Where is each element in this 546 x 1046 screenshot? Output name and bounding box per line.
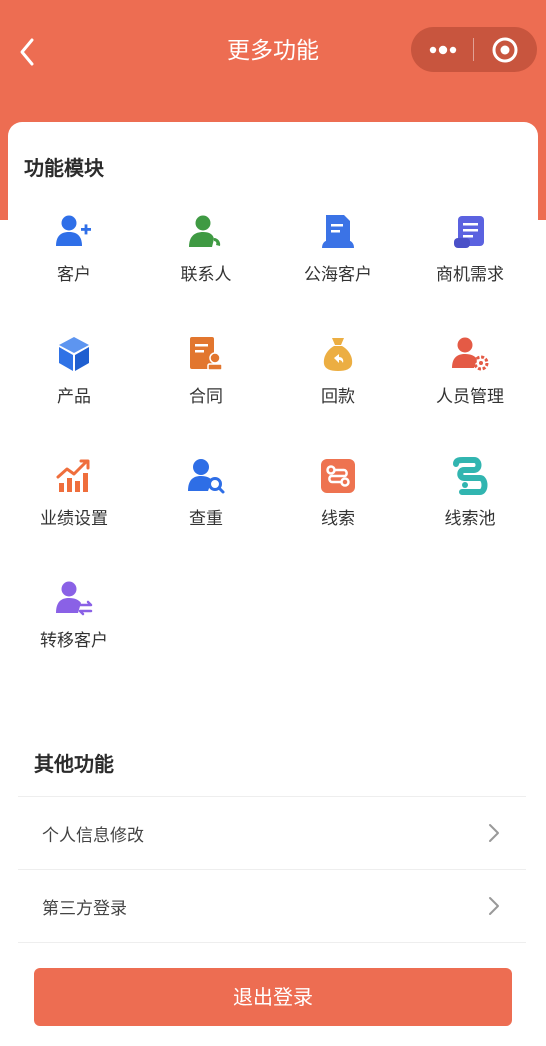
list-item-profile-edit[interactable]: 个人信息修改 bbox=[18, 796, 526, 869]
cube-icon bbox=[59, 337, 89, 371]
user-phone-icon bbox=[189, 215, 221, 247]
module-label: 查重 bbox=[189, 509, 223, 529]
module-label: 产品 bbox=[57, 387, 91, 407]
list-item-label: 个人信息修改 bbox=[42, 826, 144, 846]
module-clues[interactable]: 线索 bbox=[272, 456, 404, 556]
module-opportunities[interactable]: 商机需求 bbox=[404, 212, 536, 312]
module-label: 商机需求 bbox=[436, 265, 504, 285]
contract-seal-icon bbox=[190, 337, 223, 371]
module-customer[interactable]: 客户 bbox=[8, 212, 140, 312]
module-label: 联系人 bbox=[180, 265, 232, 285]
bar-chart-trend-icon bbox=[56, 459, 90, 492]
module-public-customers[interactable]: 公海客户 bbox=[272, 212, 404, 312]
mini-program-capsule bbox=[411, 27, 537, 72]
module-contract[interactable]: 合同 bbox=[140, 334, 272, 434]
logout-button[interactable]: 退出登录 bbox=[34, 968, 512, 1026]
module-label: 业绩设置 bbox=[40, 509, 108, 529]
module-transfer-customer[interactable]: 转移客户 bbox=[8, 578, 140, 678]
module-label: 公海客户 bbox=[304, 265, 372, 285]
list-item-label: 第三方登录 bbox=[42, 899, 127, 919]
clue-pool-icon bbox=[453, 457, 488, 495]
module-label: 线索 bbox=[321, 509, 355, 529]
module-product[interactable]: 产品 bbox=[8, 334, 140, 434]
user-gear-icon bbox=[452, 337, 489, 371]
chevron-left-icon bbox=[20, 38, 34, 66]
back-button[interactable] bbox=[10, 30, 46, 74]
module-performance-settings[interactable]: 业绩设置 bbox=[8, 456, 140, 556]
target-close-icon bbox=[492, 37, 518, 63]
module-staff-management[interactable]: 人员管理 bbox=[404, 334, 536, 434]
module-duplicate-check[interactable]: 查重 bbox=[140, 456, 272, 556]
section-title-other: 其他功能 bbox=[34, 752, 114, 776]
chevron-right-icon bbox=[489, 824, 499, 842]
user-plus-icon bbox=[56, 215, 91, 246]
document-users-icon bbox=[322, 215, 354, 248]
module-contact[interactable]: 联系人 bbox=[140, 212, 272, 312]
more-dots-icon bbox=[429, 45, 457, 55]
module-label: 回款 bbox=[321, 387, 355, 407]
list-item-third-party-login[interactable]: 第三方登录 bbox=[18, 869, 526, 942]
close-miniprogram-button[interactable] bbox=[475, 27, 537, 72]
scroll-icon bbox=[454, 216, 484, 248]
capsule-divider bbox=[473, 38, 474, 61]
user-transfer-icon bbox=[56, 581, 93, 616]
list-divider bbox=[18, 942, 526, 943]
money-bag-icon bbox=[323, 338, 353, 371]
more-button[interactable] bbox=[411, 27, 473, 72]
module-label: 客户 bbox=[57, 265, 91, 285]
module-label: 转移客户 bbox=[40, 631, 108, 651]
module-label: 合同 bbox=[189, 387, 223, 407]
section-title-modules: 功能模块 bbox=[24, 156, 104, 180]
clue-route-icon bbox=[321, 459, 355, 493]
module-clue-pool[interactable]: 线索池 bbox=[404, 456, 536, 556]
module-label: 人员管理 bbox=[436, 387, 504, 407]
chevron-right-icon bbox=[489, 897, 499, 915]
user-search-icon bbox=[188, 459, 225, 494]
module-label: 线索池 bbox=[444, 509, 496, 529]
module-payment[interactable]: 回款 bbox=[272, 334, 404, 434]
